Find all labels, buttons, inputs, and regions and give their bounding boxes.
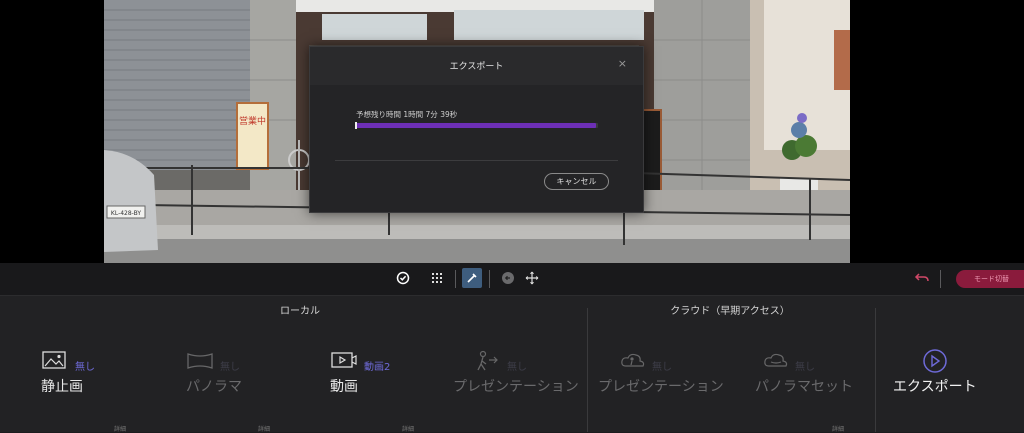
panorama-option[interactable]: 無し パノラマ <box>186 346 306 398</box>
export-label: エクスポート <box>893 379 977 395</box>
store-sign-text: 営業中 <box>239 115 266 127</box>
undo-icon[interactable] <box>912 268 932 288</box>
circle-arrow-icon[interactable] <box>498 268 518 288</box>
local-section-title: ローカル <box>280 306 320 317</box>
panorama-icon <box>186 350 214 372</box>
move-icon[interactable] <box>522 268 542 288</box>
panorama-set-option[interactable]: 無し パノラマセット <box>755 346 875 398</box>
cloud-section-title: クラウド（早期アクセス） <box>670 306 790 317</box>
still-image-badge: 無し <box>75 362 95 373</box>
export-progress-fill <box>356 123 596 128</box>
toolbar-separator <box>940 270 941 288</box>
cloud-presentation-label: プレゼンテーション <box>598 379 724 395</box>
export-progress-bar <box>355 122 598 129</box>
eyedropper-icon[interactable] <box>462 268 482 288</box>
dialog-body: 予想残り時間 1時間 7分 39秒 キャンセル <box>310 85 643 212</box>
export-options-panel: ローカル クラウド（早期アクセス） 無し 静止画 無し パノラマ 動画2 動画 … <box>0 296 1024 433</box>
export-button[interactable]: エクスポート <box>893 346 1013 398</box>
render-viewport[interactable]: 営業中 KL-428-BY エクスポート × 予想残り時間 1時間 7分 39秒… <box>0 0 1024 263</box>
panorama-set-label: パノラマセット <box>755 379 853 395</box>
panorama-label: パノラマ <box>186 379 242 395</box>
panorama-badge: 無し <box>220 362 240 373</box>
cloud-presentation-icon <box>620 350 648 372</box>
license-plate-text: KL-428-BY <box>111 210 142 217</box>
toolbar-separator <box>455 270 456 288</box>
presentation-badge: 無し <box>507 362 527 373</box>
cloud-presentation-option[interactable]: 無し プレゼンテーション <box>598 346 728 398</box>
section-divider <box>587 308 588 432</box>
presentation-label: プレゼンテーション <box>453 379 579 395</box>
toolbar-separator <box>489 270 490 288</box>
cloud-presentation-badge: 無し <box>652 362 672 373</box>
video-badge: 動画2 <box>364 362 391 373</box>
play-circle-icon <box>921 348 949 378</box>
still-image-label: 静止画 <box>41 379 83 395</box>
panorama-set-badge: 無し <box>795 362 815 373</box>
cancel-button[interactable]: キャンセル <box>544 173 609 190</box>
close-icon[interactable]: × <box>618 57 627 70</box>
dialog-title: エクスポート <box>449 62 504 72</box>
presentation-option[interactable]: 無し プレゼンテーション <box>453 346 583 398</box>
video-option[interactable]: 動画2 動画 <box>330 346 450 398</box>
section-divider <box>875 308 876 432</box>
mode-switch-button[interactable]: モード切替 <box>956 270 1024 288</box>
image-icon <box>41 350 69 372</box>
cloud-panorama-icon <box>763 350 791 372</box>
viewport-toolbar <box>0 263 1024 296</box>
check-circle-icon[interactable] <box>393 268 413 288</box>
grid-dots-icon[interactable] <box>427 268 447 288</box>
export-progress-dialog: エクスポート × 予想残り時間 1時間 7分 39秒 キャンセル <box>309 46 644 213</box>
video-label: 動画 <box>330 379 358 395</box>
video-icon <box>330 350 358 372</box>
presentation-icon <box>473 350 501 372</box>
dialog-divider <box>335 160 618 161</box>
still-image-option[interactable]: 無し 静止画 <box>41 346 161 398</box>
estimated-time-remaining: 予想残り時間 1時間 7分 39秒 <box>356 110 458 119</box>
progress-start-marker <box>355 122 357 129</box>
